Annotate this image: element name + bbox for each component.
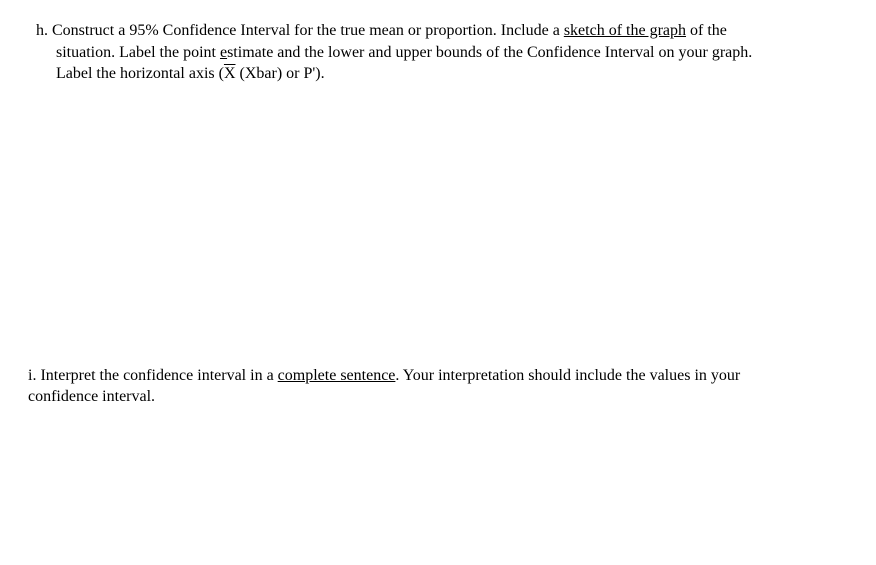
question-h-line3: Label the horizontal axis (X (Xbar) or P… — [36, 63, 848, 85]
text: . Your interpretation should include the… — [395, 367, 740, 384]
question-i-line2: confidence interval. — [28, 386, 848, 408]
question-h-line2: situation. Label the point estimate and … — [36, 42, 848, 64]
text: of the — [686, 22, 727, 39]
question-i-line1: i. Interpret the confidence interval in … — [28, 365, 848, 387]
text: Construct a 95% Confidence Interval for … — [52, 22, 564, 39]
question-h: h. Construct a 95% Confidence Interval f… — [28, 20, 848, 85]
underlined-text: sketch of the graph — [564, 22, 686, 39]
question-h-line1: Construct a 95% Confidence Interval for … — [52, 22, 727, 39]
text: (Xbar) or P'). — [236, 65, 325, 82]
underlined-text: complete sentence — [278, 367, 396, 384]
question-i: i. Interpret the confidence interval in … — [28, 365, 848, 408]
text: situation. Label the point — [56, 44, 220, 61]
question-h-label: h. — [36, 22, 48, 39]
text: stimate and the lower and upper bounds o… — [227, 44, 752, 61]
text: i. Interpret the confidence interval in … — [28, 367, 278, 384]
xbar-symbol: X — [224, 63, 236, 85]
text: Label the horizontal axis ( — [56, 65, 224, 82]
underlined-text: e — [220, 44, 227, 61]
